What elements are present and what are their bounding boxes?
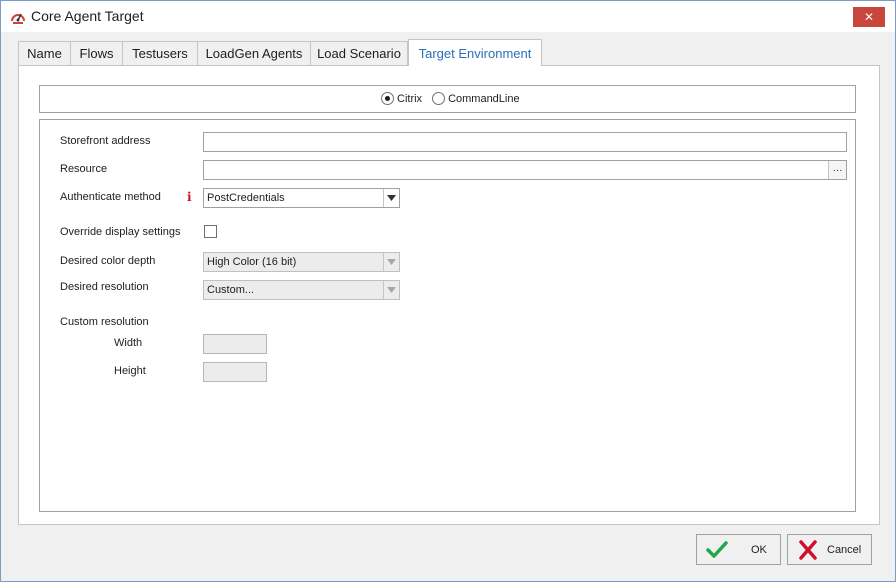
- desired-color-depth-label: Desired color depth: [60, 255, 156, 267]
- tab-loadgen-agents[interactable]: LoadGen Agents: [197, 41, 311, 65]
- dialog-window: Core Agent Target ✕ Name Flows Testusers…: [0, 0, 896, 582]
- tab-target-environment[interactable]: Target Environment: [408, 39, 542, 66]
- tab-flows[interactable]: Flows: [70, 41, 123, 65]
- authenticate-method-label: Authenticate method: [60, 191, 161, 203]
- override-display-settings-checkbox[interactable]: [204, 225, 217, 238]
- chevron-down-icon: [383, 189, 399, 207]
- tab-name[interactable]: Name: [18, 41, 71, 65]
- commandline-radio[interactable]: CommandLine: [432, 92, 520, 105]
- citrix-radio[interactable]: Citrix: [381, 92, 422, 105]
- custom-resolution-label: Custom resolution: [60, 316, 149, 328]
- height-label: Height: [114, 365, 146, 377]
- override-display-settings-label: Override display settings: [60, 226, 181, 238]
- target-environment-panel: Citrix CommandLine Storefront address Re…: [18, 65, 880, 525]
- cancel-button[interactable]: Cancel: [787, 534, 872, 565]
- desired-resolution-select[interactable]: Custom...: [203, 280, 400, 300]
- cross-icon: [799, 540, 817, 560]
- close-button[interactable]: ✕: [853, 7, 885, 27]
- desired-color-depth-select[interactable]: High Color (16 bit): [203, 252, 400, 272]
- title-bar: Core Agent Target ✕: [1, 1, 895, 32]
- radio-checked-icon: [381, 92, 394, 105]
- resource-label: Resource: [60, 163, 108, 175]
- authenticate-method-select[interactable]: PostCredentials: [203, 188, 400, 208]
- info-icon[interactable]: i: [187, 190, 192, 204]
- citrix-settings-form: Storefront address Resource ··· Authenti…: [39, 119, 856, 512]
- radio-unchecked-icon: [432, 92, 446, 105]
- speedometer-icon: [11, 13, 25, 24]
- width-input[interactable]: [203, 334, 267, 354]
- height-input[interactable]: [203, 362, 267, 382]
- chevron-down-icon: [383, 281, 399, 299]
- close-icon: ✕: [863, 10, 875, 24]
- desired-resolution-label: Desired resolution: [60, 281, 149, 293]
- resource-input[interactable]: ···: [203, 160, 847, 180]
- chevron-down-icon: [383, 253, 399, 271]
- ok-button[interactable]: OK: [696, 534, 781, 565]
- tab-load-scenario[interactable]: Load Scenario: [310, 41, 408, 65]
- resource-browse-button[interactable]: ···: [828, 161, 846, 179]
- storefront-address-input[interactable]: [203, 132, 847, 152]
- window-title: Core Agent Target: [31, 8, 144, 24]
- tab-testusers[interactable]: Testusers: [122, 41, 198, 65]
- environment-type-group: Citrix CommandLine: [39, 85, 856, 113]
- storefront-address-label: Storefront address: [60, 135, 151, 147]
- checkmark-icon: [706, 541, 728, 558]
- width-label: Width: [114, 337, 143, 349]
